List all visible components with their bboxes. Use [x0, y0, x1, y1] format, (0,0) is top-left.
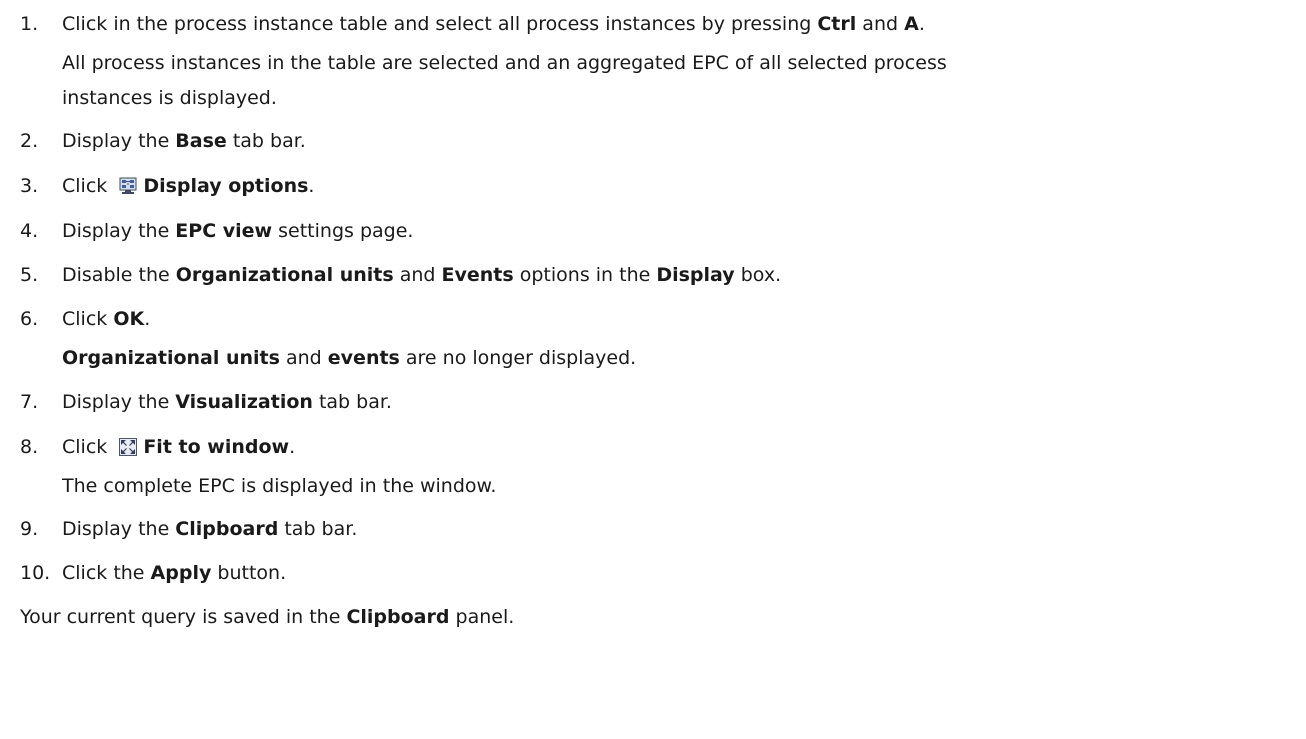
step-number: 8.: [20, 436, 39, 458]
step-text: Disable the Organizational units and Eve…: [62, 264, 782, 286]
step-number: 2.: [20, 130, 39, 152]
result-summary: Your current query is saved in the Clipb…: [20, 606, 515, 628]
step-number: 5.: [20, 264, 39, 286]
step-1-result-line-1: All process instances in the table are s…: [62, 52, 947, 74]
instructions-document: 1. Click in the process instance table a…: [0, 0, 1306, 739]
step-8-result: The complete EPC is displayed in the win…: [62, 475, 497, 497]
step-text: Click Fit to window.: [62, 436, 296, 458]
step-number: 9.: [20, 518, 39, 540]
fit-to-window-icon: [119, 438, 138, 456]
step-text: Display the Clipboard tab bar.: [62, 518, 358, 540]
step-number: 6.: [20, 308, 39, 330]
step-text: Click OK.: [62, 308, 151, 330]
key-ctrl: Ctrl: [817, 13, 857, 35]
step-text: Display the Base tab bar.: [62, 130, 306, 152]
step-6-result: Organizational units and events are no l…: [62, 347, 637, 369]
step-number: 4.: [20, 220, 39, 242]
step-text: Display the EPC view settings page.: [62, 220, 414, 242]
step-text: Display the Visualization tab bar.: [62, 391, 392, 413]
display-options-icon: [119, 177, 137, 195]
step-1-result-line-2: instances is displayed.: [62, 87, 277, 109]
step-text: Click Display options.: [62, 175, 315, 197]
step-number: 1.: [20, 13, 39, 35]
step-number: 3.: [20, 175, 39, 197]
step-text: Click the Apply button.: [62, 562, 287, 584]
step-number: 10.: [20, 562, 51, 584]
key-a: A: [904, 13, 919, 35]
step-text: Click in the process instance table and …: [62, 13, 925, 35]
step-number: 7.: [20, 391, 39, 413]
